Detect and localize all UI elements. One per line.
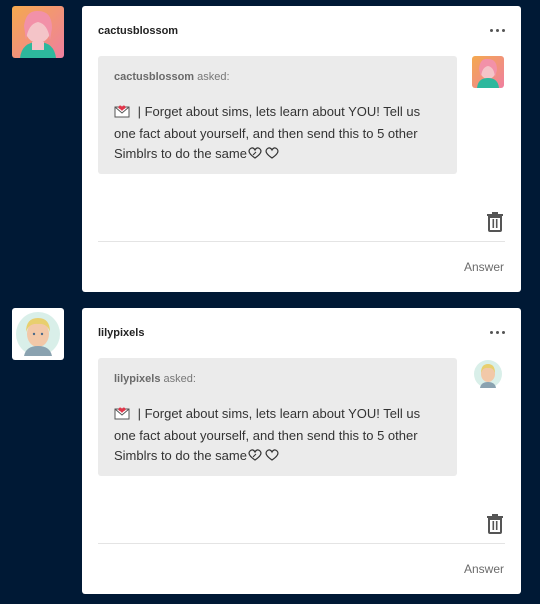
asker-name[interactable]: lilypixels	[114, 373, 160, 385]
blog-name[interactable]: lilypixels	[98, 327, 144, 339]
ask-box: lilypixels asked: | Forget about sims, l…	[98, 358, 457, 476]
ask-box: cactusblossom asked: | Forget about sims…	[98, 56, 457, 174]
blog-avatar[interactable]	[12, 6, 64, 58]
heart-icons	[247, 146, 281, 166]
asked-label: asked:	[163, 373, 196, 385]
blog-name[interactable]: cactusblossom	[98, 25, 178, 37]
love-letter-icon	[114, 104, 130, 124]
asker-avatar[interactable]	[472, 56, 504, 88]
answer-button[interactable]: Answer	[464, 260, 504, 274]
answer-button[interactable]: Answer	[464, 562, 504, 576]
more-options-icon[interactable]	[485, 322, 509, 342]
asker-name[interactable]: cactusblossom	[114, 71, 194, 83]
question-text: | Forget about sims, lets learn about YO…	[114, 102, 444, 166]
more-options-icon[interactable]	[485, 20, 509, 40]
asker-line: lilypixels asked:	[114, 373, 196, 385]
asker-line: cactusblossom asked:	[114, 71, 230, 83]
divider	[98, 543, 505, 544]
asker-avatar[interactable]	[472, 358, 504, 390]
blog-avatar[interactable]	[12, 308, 64, 360]
asked-label: asked:	[197, 71, 230, 83]
love-letter-icon	[114, 406, 130, 426]
post-card: lilypixels lilypixels asked: | Forget ab…	[82, 308, 521, 594]
trash-icon[interactable]	[486, 212, 504, 232]
trash-icon[interactable]	[486, 514, 504, 534]
divider	[98, 241, 505, 242]
question-text: | Forget about sims, lets learn about YO…	[114, 404, 444, 468]
post-card: cactusblossom cactusblossom asked: | For…	[82, 6, 521, 292]
heart-icons	[247, 448, 281, 468]
